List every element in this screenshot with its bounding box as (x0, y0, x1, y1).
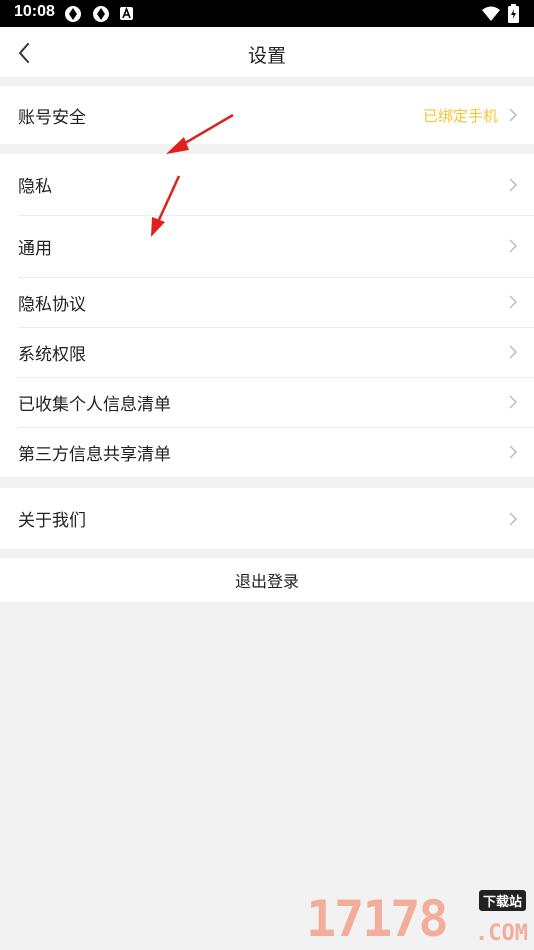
red-arrow-icon (151, 175, 181, 237)
watermark-badge: 下载站 (478, 890, 526, 911)
watermark-logo: 17178 下载站 .COM (306, 888, 530, 948)
annotation-arrows (151, 113, 234, 237)
watermark-digits: 17178 (306, 890, 449, 948)
red-arrow-icon (166, 113, 234, 154)
watermark-suffix: .COM (475, 921, 528, 946)
